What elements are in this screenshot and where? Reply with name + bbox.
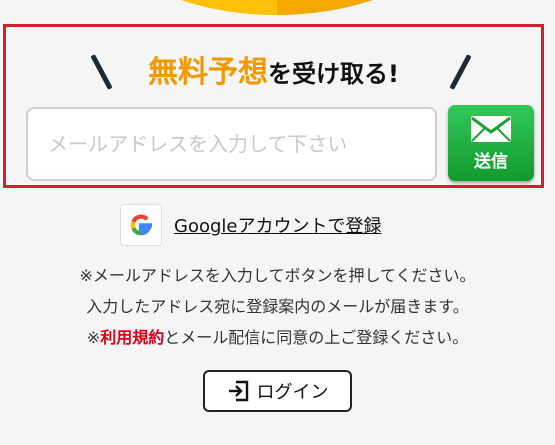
note-line-1: ※メールアドレスを入力してボタンを押してください。 <box>79 266 476 285</box>
headline-rest: を受け取る! <box>268 60 399 88</box>
note-line-2: 入力したアドレス宛に登録案内のメールが届きます。 <box>86 297 469 316</box>
google-signup-link[interactable]: Googleアカウントで登録 <box>174 212 381 238</box>
send-button[interactable]: 送信 <box>448 105 534 181</box>
terms-link[interactable]: 利用規約 <box>100 328 164 347</box>
registration-page: 無料予想を受け取る! 送信 Googleアカウントで登録 ※メールアド <box>0 0 555 445</box>
note-line-3-prefix: ※ <box>86 328 101 347</box>
note-line-3: ※利用規約とメール配信に同意の上ご登録ください。 <box>0 322 555 353</box>
note-line-3-suffix: とメール配信に同意の上ご登録ください。 <box>164 328 469 347</box>
send-label: 送信 <box>474 151 508 172</box>
headline-highlight: 無料予想 <box>148 55 269 90</box>
instruction-notes: ※メールアドレスを入力してボタンを押してください。 入力したアドレス宛に登録案内… <box>0 260 555 353</box>
signup-form-box: 無料予想を受け取る! 送信 <box>3 24 544 188</box>
google-g-icon <box>120 204 162 246</box>
google-signup-row[interactable]: Googleアカウントで登録 <box>120 204 381 246</box>
mail-icon <box>471 115 511 142</box>
email-input[interactable] <box>26 107 437 181</box>
login-button[interactable]: ログイン <box>203 370 352 412</box>
google-g-glyph <box>130 214 152 236</box>
login-icon <box>228 380 248 402</box>
login-label: ログイン <box>256 382 329 403</box>
top-banner-graphic <box>87 0 467 15</box>
